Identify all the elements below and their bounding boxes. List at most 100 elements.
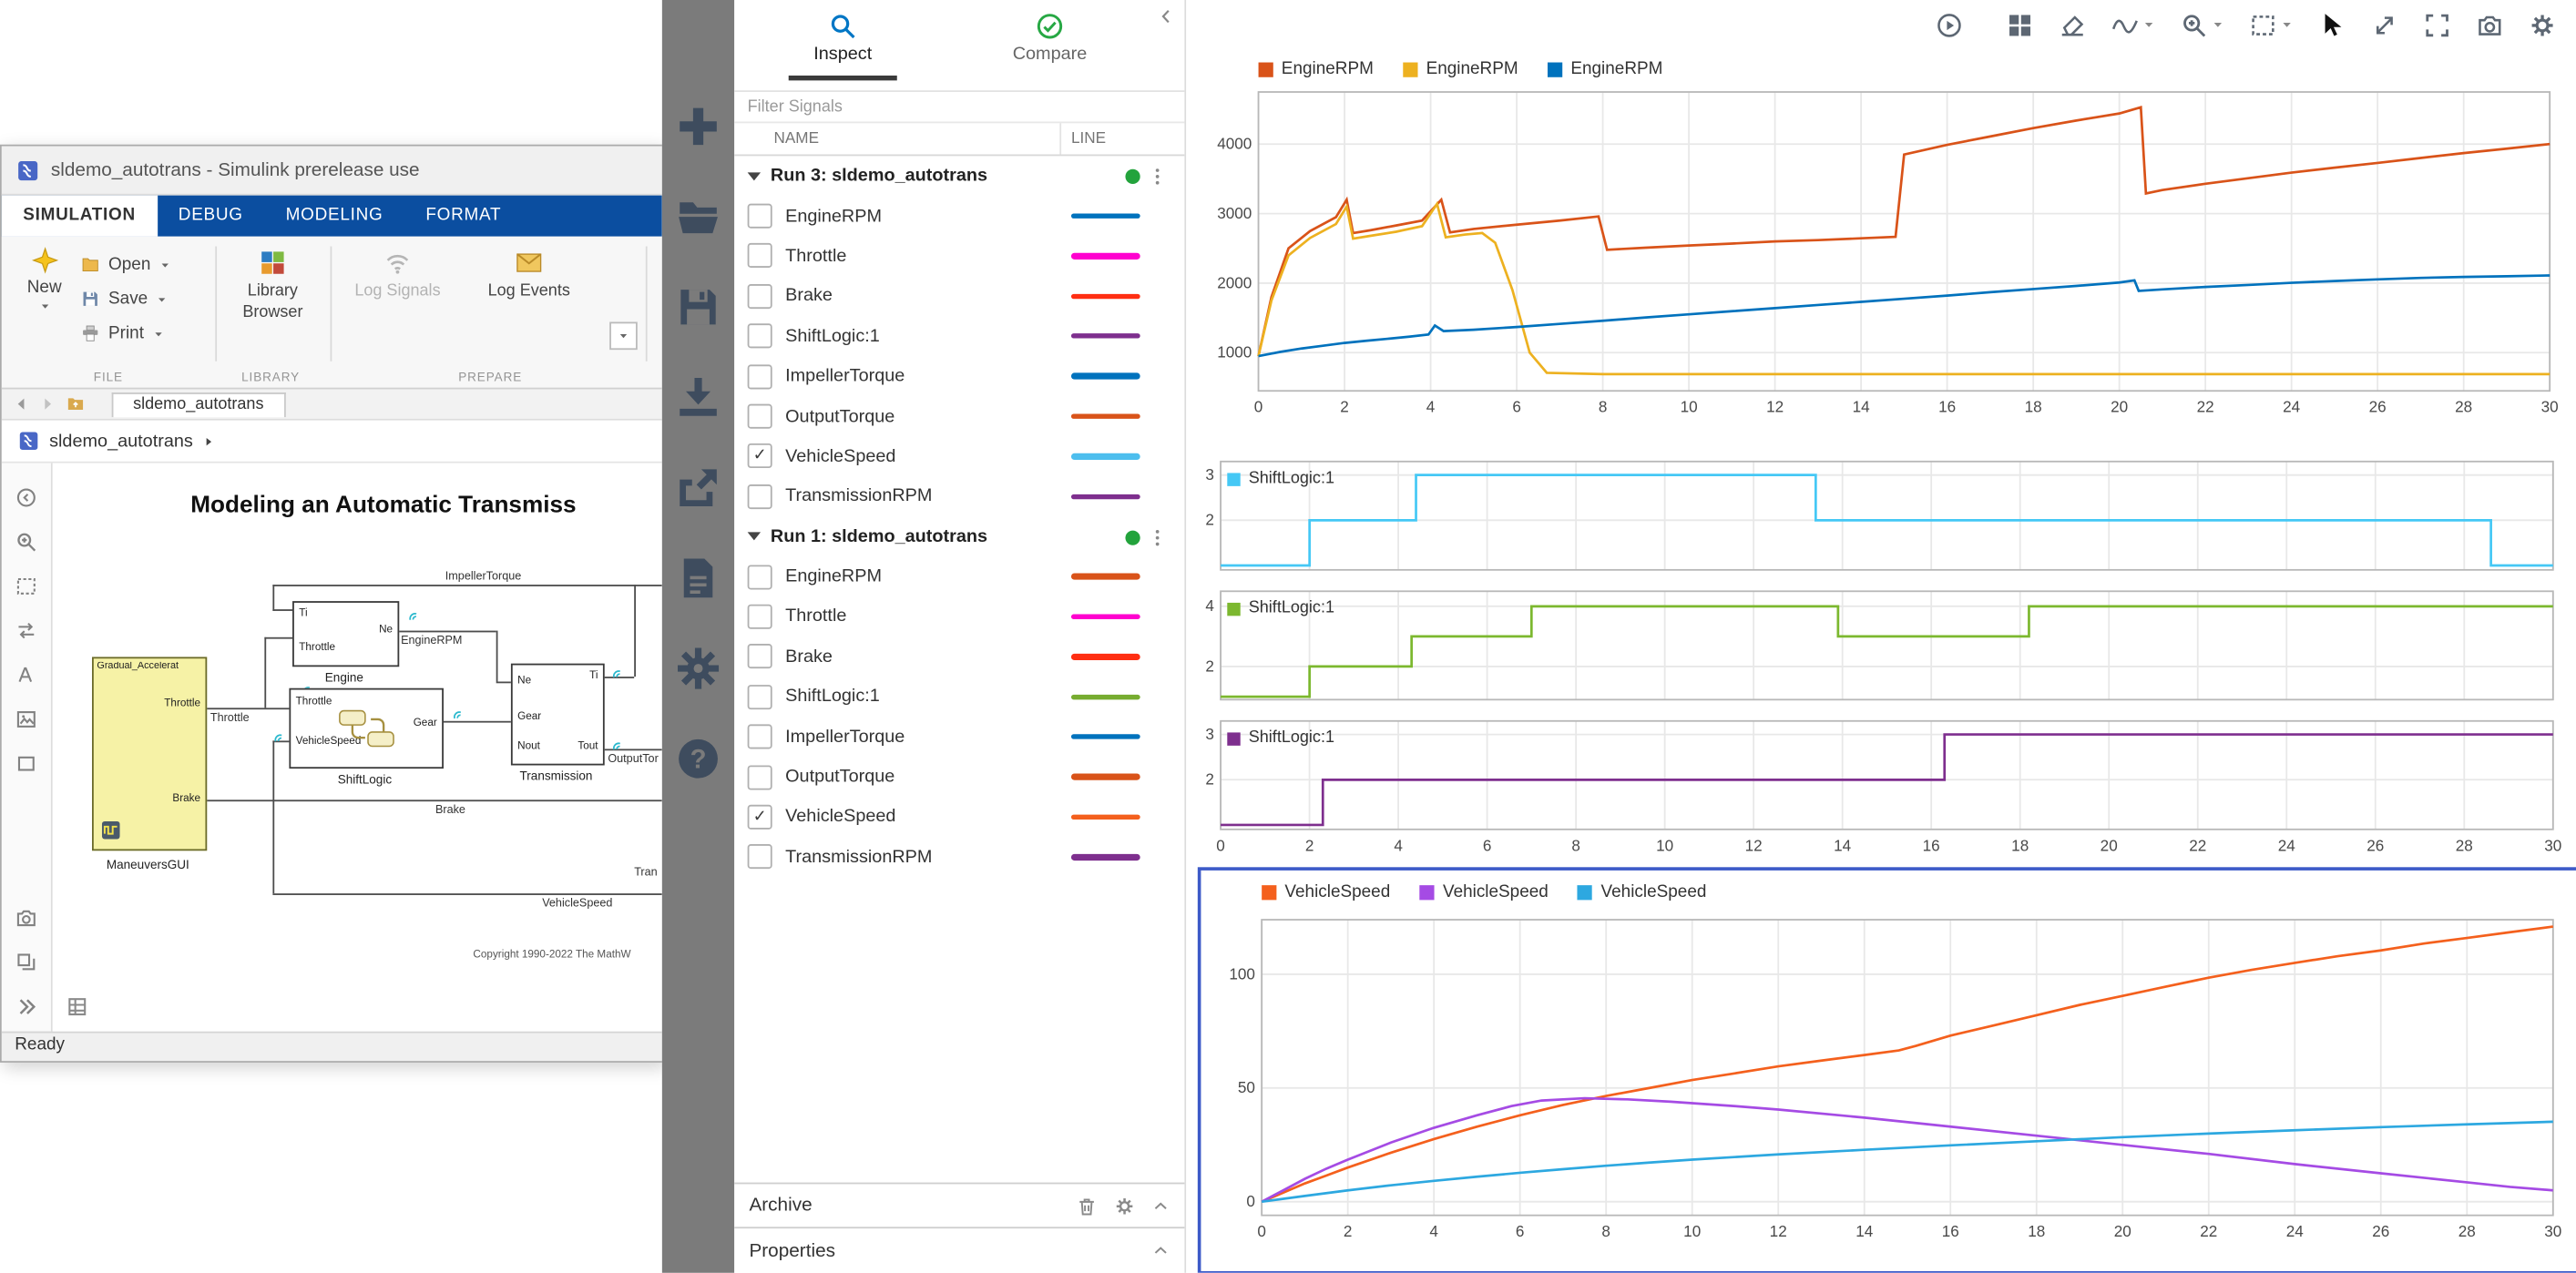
properties-section[interactable]: Properties	[734, 1227, 1185, 1273]
run-group-row[interactable]: Run 1: sldemo_autotrans	[734, 516, 1184, 556]
panel-collapse-icon[interactable]	[1157, 6, 1177, 26]
signal-row[interactable]: ✓ VehicleSpeed	[734, 797, 1184, 837]
annotation-icon[interactable]	[15, 664, 37, 687]
archive-section[interactable]: Archive	[734, 1182, 1185, 1227]
signal-row[interactable]: TransmissionRPM	[734, 476, 1184, 516]
signal-checkbox[interactable]: ✓	[747, 443, 772, 469]
signal-checkbox[interactable]	[747, 403, 772, 429]
vehicle-speed-plot[interactable]: 0 50 100 0 2 4 6 8 10 12 14 16 18 20 22 24 26 28 30	[1202, 916, 2566, 1253]
signal-row[interactable]: EngineRPM	[734, 196, 1184, 236]
back-icon[interactable]	[13, 396, 29, 412]
ribbon-tab-format[interactable]: FORMAT	[404, 196, 523, 237]
shiftlogic-plot-1[interactable]: 23	[1200, 458, 2567, 585]
ribbon-tab-debug[interactable]: DEBUG	[157, 196, 264, 237]
signal-row[interactable]: Throttle	[734, 236, 1184, 276]
open-button[interactable]: Open	[80, 250, 170, 279]
folder-up-icon[interactable]	[66, 394, 86, 414]
export-button[interactable]	[673, 463, 722, 513]
signal-row[interactable]: ShiftLogic:1	[734, 677, 1184, 717]
collapse-archive-icon[interactable]	[1151, 1197, 1170, 1215]
save-button[interactable]	[673, 282, 722, 331]
signal-row[interactable]: EngineRPM	[734, 556, 1184, 596]
pointer-button[interactable]	[2318, 11, 2346, 39]
pan-button[interactable]	[2371, 11, 2399, 39]
zoom-icon[interactable]	[15, 531, 37, 554]
shiftlogic-plot-3[interactable]: 2 3 0 2 4 6 8 10 12 14 16 18 20 22 24 26 28 30	[1200, 718, 2567, 867]
signal-checkbox[interactable]	[747, 764, 772, 789]
collapse-properties-icon[interactable]	[1151, 1242, 1170, 1260]
block-engine[interactable]: Ti Throttle Ne	[292, 601, 400, 667]
signal-row[interactable]: TransmissionRPM	[734, 837, 1184, 877]
simulink-titlebar[interactable]: sldemo_autotrans - Simulink prerelease u…	[1, 146, 662, 196]
save-button[interactable]: Save	[80, 284, 170, 313]
signal-row[interactable]: ImpellerTorque	[734, 717, 1184, 757]
swap-icon[interactable]	[15, 619, 37, 642]
help-button[interactable]: ?	[673, 734, 722, 783]
block-shiftlogic[interactable]: Throttle VehicleSpeed Gear	[289, 687, 444, 769]
tab-inspect[interactable]: Inspect	[744, 0, 941, 90]
fit-view-icon[interactable]	[15, 575, 37, 597]
ribbon-tab-simulation[interactable]: SIMULATION	[1, 195, 158, 237]
sample-time-legend-icon[interactable]	[66, 995, 88, 1018]
gallery-expand-button[interactable]	[609, 321, 638, 351]
signal-row[interactable]: ✓ VehicleSpeed	[734, 436, 1184, 476]
panel-toggle-icon[interactable]	[15, 486, 37, 509]
selected-subplot[interactable]: VehicleSpeed VehicleSpeed VehicleSpeed 0 50…	[1197, 867, 2576, 1273]
signal-checkbox[interactable]	[747, 363, 772, 389]
trash-icon[interactable]	[1076, 1195, 1097, 1216]
open-button[interactable]	[673, 192, 722, 241]
report-button[interactable]	[673, 554, 722, 603]
filter-signals-input[interactable]	[734, 97, 1185, 117]
shiftlogic-plot-2[interactable]: 24	[1200, 588, 2567, 715]
signal-checkbox[interactable]: ✓	[747, 804, 772, 830]
more-icon[interactable]	[15, 995, 37, 1018]
library-browser-button[interactable]: Library Browser	[229, 248, 317, 323]
settings-button[interactable]	[2529, 11, 2557, 39]
block-transmission[interactable]: Ne Gear Nout Ti Tout	[510, 663, 605, 766]
run-menu-icon[interactable]	[1147, 526, 1168, 547]
zoom-button[interactable]	[2180, 11, 2224, 39]
signal-row[interactable]: Brake	[734, 276, 1184, 316]
subplot-layout-button[interactable]	[2006, 11, 2034, 39]
camera-button[interactable]	[2476, 11, 2504, 39]
signal-checkbox[interactable]	[747, 644, 772, 669]
signal-checkbox[interactable]	[747, 724, 772, 749]
print-button[interactable]: Print	[80, 319, 170, 348]
signal-row[interactable]: OutputTorque	[734, 396, 1184, 436]
signal-checkbox[interactable]	[747, 243, 772, 269]
signal-row[interactable]: OutputTorque	[734, 757, 1184, 797]
tab-compare[interactable]: Compare	[951, 0, 1148, 90]
signal-checkbox[interactable]	[747, 604, 772, 629]
box-icon[interactable]	[15, 752, 37, 775]
import-button[interactable]	[673, 372, 722, 422]
signal-row[interactable]: ImpellerTorque	[734, 356, 1184, 396]
model-canvas[interactable]: Modeling an Automatic Transmiss Impeller…	[52, 463, 662, 1032]
run-group-row[interactable]: Run 3: sldemo_autotrans	[734, 156, 1184, 196]
log-events-button[interactable]: Log Events	[481, 248, 577, 302]
eraser-button[interactable]	[2059, 11, 2087, 39]
camera-icon[interactable]	[15, 907, 37, 930]
archive-gear-icon[interactable]	[1114, 1195, 1135, 1216]
add-button[interactable]	[673, 102, 722, 151]
document-tab[interactable]: sldemo_autotrans	[111, 392, 285, 417]
signal-checkbox[interactable]	[747, 203, 772, 229]
signal-checkbox[interactable]	[747, 684, 772, 709]
run-menu-icon[interactable]	[1147, 166, 1168, 187]
signal-checkbox[interactable]	[747, 564, 772, 589]
signal-row[interactable]: ShiftLogic:1	[734, 316, 1184, 356]
signal-checkbox[interactable]	[747, 283, 772, 309]
image-icon[interactable]	[15, 708, 37, 730]
signal-checkbox[interactable]	[747, 323, 772, 349]
ribbon-tab-modeling[interactable]: MODELING	[264, 196, 404, 237]
collapse-triangle-icon[interactable]	[747, 171, 762, 180]
fit-view-button[interactable]	[2249, 11, 2294, 39]
collapse-triangle-icon[interactable]	[747, 532, 762, 541]
block-maneuversgui[interactable]: Gradual_Accelerat Throttle Brake	[92, 657, 208, 851]
forward-icon[interactable]	[39, 396, 56, 412]
preferences-button[interactable]	[673, 644, 722, 693]
signal-checkbox[interactable]	[747, 844, 772, 870]
engine-rpm-plot[interactable]: 1000 2000 3000 4000 0 2 4 6 8 10 12 14 16 18 20 22 24 26 2…	[1200, 88, 2563, 428]
signal-row[interactable]: Throttle	[734, 596, 1184, 636]
signal-checkbox[interactable]	[747, 484, 772, 509]
breadcrumb[interactable]: sldemo_autotrans	[1, 420, 662, 463]
